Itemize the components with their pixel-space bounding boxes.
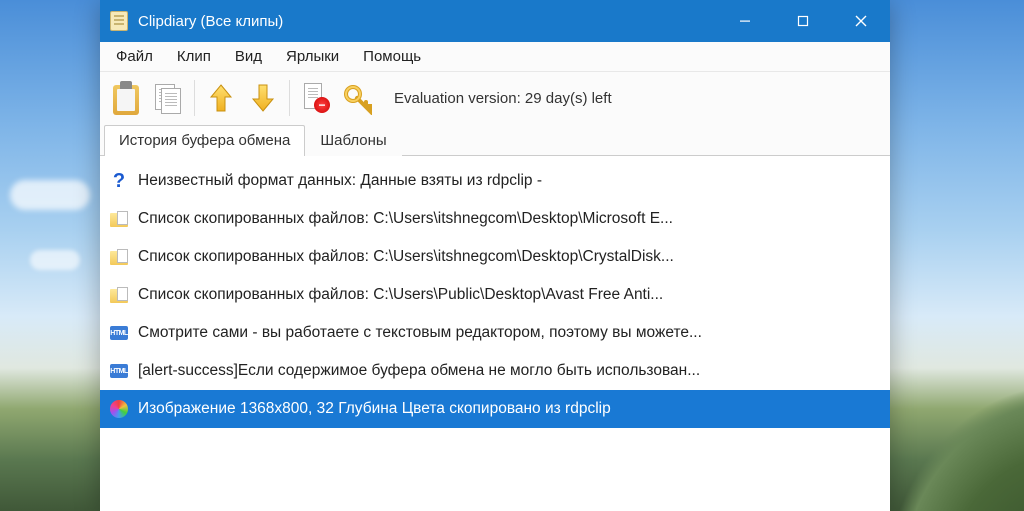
- key-icon: [342, 81, 374, 115]
- copy-button[interactable]: [148, 75, 188, 121]
- list-item[interactable]: HTML Смотрите сами - вы работаете с текст…: [100, 314, 890, 352]
- clip-list[interactable]: ? Неизвестный формат данных: Данные взяты…: [100, 156, 890, 511]
- close-button[interactable]: [832, 0, 890, 42]
- list-item[interactable]: ? Неизвестный формат данных: Данные взяты…: [100, 162, 890, 200]
- menu-file[interactable]: Файл: [106, 44, 163, 69]
- arrow-down-icon: [249, 81, 277, 115]
- toolbar: − Evaluation version: 29 day(s) left: [100, 72, 890, 124]
- files-icon: [110, 248, 128, 266]
- move-up-button[interactable]: [201, 75, 241, 121]
- register-button[interactable]: [338, 75, 378, 121]
- tab-templates[interactable]: Шаблоны: [305, 125, 401, 156]
- list-item[interactable]: Список скопированных файлов: C:\Users\it…: [100, 200, 890, 238]
- app-window: Clipdiary (Все клипы) Файл Клип Вид Ярлы…: [100, 0, 890, 511]
- clipboard-icon: [113, 81, 139, 115]
- paste-button[interactable]: [106, 75, 146, 121]
- titlebar[interactable]: Clipdiary (Все клипы): [100, 0, 890, 42]
- list-item-text: [alert-success]Если содержимое буфера об…: [138, 362, 700, 380]
- html-icon: HTML: [110, 362, 128, 380]
- menu-clip[interactable]: Клип: [167, 44, 221, 69]
- tabbar: История буфера обмена Шаблоны: [100, 124, 890, 156]
- list-item[interactable]: Список скопированных файлов: C:\Users\Pu…: [100, 276, 890, 314]
- maximize-button[interactable]: [774, 0, 832, 42]
- html-icon: HTML: [110, 324, 128, 342]
- toolbar-divider: [194, 80, 195, 116]
- list-item[interactable]: HTML [alert-success]Если содержимое буфер…: [100, 352, 890, 390]
- menu-view[interactable]: Вид: [225, 44, 272, 69]
- documents-icon: [155, 81, 181, 115]
- list-item-text: Смотрите сами - вы работаете с текстовым…: [138, 324, 702, 342]
- list-item-text: Список скопированных файлов: C:\Users\it…: [138, 210, 673, 228]
- tab-history[interactable]: История буфера обмена: [104, 125, 305, 156]
- menu-help[interactable]: Помощь: [353, 44, 431, 69]
- list-item-text: Список скопированных файлов: C:\Users\it…: [138, 248, 674, 266]
- list-item-text: Изображение 1368x800, 32 Глубина Цвета с…: [138, 400, 611, 418]
- delete-button[interactable]: −: [296, 75, 336, 121]
- evaluation-label: Evaluation version: 29 day(s) left: [394, 90, 612, 107]
- app-icon: [110, 11, 128, 31]
- window-controls: [716, 0, 890, 42]
- maximize-icon: [797, 15, 809, 27]
- image-icon: [110, 400, 128, 418]
- list-item[interactable]: Изображение 1368x800, 32 Глубина Цвета с…: [100, 390, 890, 428]
- toolbar-divider: [289, 80, 290, 116]
- list-item-text: Неизвестный формат данных: Данные взяты …: [138, 172, 542, 190]
- window-title: Clipdiary (Все клипы): [138, 13, 716, 30]
- minimize-icon: [739, 15, 751, 27]
- list-item[interactable]: Список скопированных файлов: C:\Users\it…: [100, 238, 890, 276]
- arrow-up-icon: [207, 81, 235, 115]
- menubar: Файл Клип Вид Ярлыки Помощь: [100, 42, 890, 72]
- move-down-button[interactable]: [243, 75, 283, 121]
- list-item-text: Список скопированных файлов: C:\Users\Pu…: [138, 286, 663, 304]
- files-icon: [110, 286, 128, 304]
- minimize-button[interactable]: [716, 0, 774, 42]
- menu-shortcuts[interactable]: Ярлыки: [276, 44, 349, 69]
- delete-icon: −: [302, 81, 330, 115]
- question-icon: ?: [110, 172, 128, 190]
- close-icon: [855, 15, 867, 27]
- files-icon: [110, 210, 128, 228]
